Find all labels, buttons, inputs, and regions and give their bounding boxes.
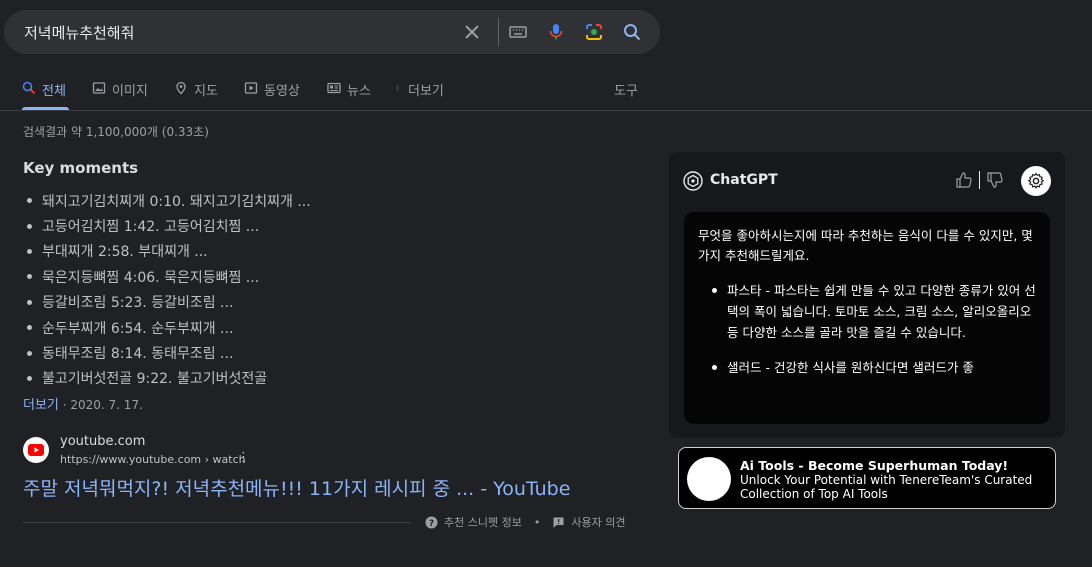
chatgpt-logo-icon bbox=[683, 171, 703, 191]
search-icon[interactable] bbox=[622, 22, 642, 42]
settings-button[interactable] bbox=[1021, 166, 1051, 196]
tab-label: 지도 bbox=[194, 84, 218, 99]
tab-images[interactable]: 이미지 bbox=[92, 80, 148, 110]
tab-videos[interactable]: 동영상 bbox=[244, 80, 300, 110]
site-name[interactable]: youtube.com bbox=[60, 434, 145, 449]
ad-banner[interactable]: Ai Tools - Become Superhuman Today! Unlo… bbox=[678, 447, 1056, 509]
keyboard-icon[interactable] bbox=[508, 22, 528, 42]
key-moment-item[interactable]: 동태무조림 8:14. 동태무조림 ... bbox=[23, 340, 311, 365]
separator: • bbox=[533, 515, 541, 529]
video-icon bbox=[244, 82, 258, 94]
feedback-icon bbox=[553, 517, 564, 528]
search-bar[interactable]: 저녁메뉴추천해줘 bbox=[4, 10, 660, 54]
youtube-logo-icon bbox=[23, 437, 49, 463]
key-moment-text: 등갈비조림 5:23. 등갈비조림 ... bbox=[42, 295, 234, 312]
ad-title: Ai Tools - Become Superhuman Today! bbox=[740, 458, 1009, 473]
feedback-buttons bbox=[955, 171, 1004, 189]
tab-more[interactable]: 더보기 bbox=[396, 80, 444, 110]
bullet bbox=[27, 198, 32, 204]
key-moments-footer: 더보기 · 2020. 7. 17. bbox=[23, 394, 143, 413]
bullet bbox=[27, 274, 32, 280]
tab-label: 전체 bbox=[42, 84, 66, 99]
separator: · bbox=[62, 398, 67, 412]
microphone-icon[interactable] bbox=[546, 22, 566, 42]
chatgpt-panel: ChatGPT 무엇을 좋아하시는지에 따라 추천하는 음식이 다를 수 있지만… bbox=[669, 152, 1065, 438]
answer-item-text: 샐러드 - 건강한 식사를 원하신다면 샐러드가 좋 bbox=[727, 360, 974, 375]
tab-label: 더보기 bbox=[408, 84, 444, 99]
more-vert-icon bbox=[396, 85, 398, 91]
bullet bbox=[27, 248, 32, 254]
snippet-footer: ? 추천 스니펫 정보 • 사용자 의견 bbox=[425, 514, 625, 530]
bullet bbox=[27, 325, 32, 331]
result-title-link[interactable]: 주말 저녁뭐먹지?! 저녁추천메뉴!!! 11가지 레시피 중 ... - Yo… bbox=[23, 474, 570, 501]
more-options-icon[interactable]: ⋮ bbox=[237, 450, 250, 465]
bullet bbox=[27, 350, 32, 356]
gear-icon bbox=[1027, 172, 1045, 189]
bullet bbox=[27, 375, 32, 381]
chatgpt-answer: 무엇을 좋아하시는지에 따라 추천하는 음식이 다를 수 있지만, 몇 가지 추… bbox=[684, 212, 1050, 424]
key-moment-text: 동태무조림 8:14. 동태무조림 ... bbox=[42, 346, 234, 363]
tab-label: 뉴스 bbox=[347, 84, 371, 99]
bullet bbox=[27, 223, 32, 229]
answer-item: 파스타 - 파스타는 쉽게 만들 수 있고 다양한 종류가 있어 선택의 폭이 … bbox=[712, 280, 1036, 343]
tab-maps[interactable]: 지도 bbox=[174, 80, 218, 110]
answer-item: 샐러드 - 건강한 식사를 원하신다면 샐러드가 좋 bbox=[712, 357, 1036, 378]
snippet-divider bbox=[23, 522, 411, 523]
key-moment-item[interactable]: 고등어김치찜 1:42. 고등어김치찜 ... bbox=[23, 213, 311, 238]
answer-list: 파스타 - 파스타는 쉽게 만들 수 있고 다양한 종류가 있어 선택의 폭이 … bbox=[698, 280, 1036, 378]
key-moment-text: 불고기버섯전골 9:22. 불고기버섯전골 bbox=[42, 371, 268, 388]
site-url[interactable]: https://www.youtube.com › watch bbox=[60, 453, 246, 466]
tab-label: 동영상 bbox=[264, 84, 300, 99]
news-icon bbox=[327, 82, 341, 94]
key-moment-text: 부대찌개 2:58. 부대찌개 ... bbox=[42, 244, 208, 261]
key-moment-item[interactable]: 불고기버섯전골 9:22. 불고기버섯전골 bbox=[23, 366, 311, 391]
key-moment-item[interactable]: 등갈비조림 5:23. 등갈비조림 ... bbox=[23, 290, 311, 315]
search-input[interactable]: 저녁메뉴추천해줘 bbox=[24, 22, 134, 43]
tab-all[interactable]: 전체 bbox=[22, 80, 69, 110]
thumbs-down-icon[interactable] bbox=[986, 171, 1004, 189]
tab-label: 이미지 bbox=[112, 84, 148, 99]
answer-item-text: 파스타 - 파스타는 쉽게 만들 수 있고 다양한 종류가 있어 선택의 폭이 … bbox=[727, 283, 1036, 340]
key-moment-text: 순두부찌개 6:54. 순두부찌개 ... bbox=[42, 320, 234, 337]
snippet-info-link[interactable]: 추천 스니펫 정보 bbox=[444, 514, 522, 530]
ad-description: Unlock Your Potential with TenereTeam's … bbox=[740, 473, 1033, 501]
tabs-divider bbox=[0, 110, 1092, 111]
answer-intro: 무엇을 좋아하시는지에 따라 추천하는 음식이 다를 수 있지만, 몇 가지 추… bbox=[698, 228, 1033, 263]
key-moments-list: 돼지고기김치찌개 0:10. 돼지고기김치찌개 ... 고등어김치찜 1:42.… bbox=[23, 188, 311, 391]
image-icon bbox=[92, 82, 106, 94]
key-moment-text: 고등어김치찜 1:42. 고등어김치찜 ... bbox=[42, 219, 260, 236]
key-moments-title: Key moments bbox=[23, 159, 139, 177]
lens-camera-icon[interactable] bbox=[584, 22, 604, 42]
feedback-link[interactable]: 사용자 의견 bbox=[571, 514, 625, 530]
tab-news[interactable]: 뉴스 bbox=[327, 80, 371, 110]
more-link[interactable]: 더보기 bbox=[23, 398, 59, 413]
search-divider bbox=[498, 18, 499, 46]
key-moment-item[interactable]: 돼지고기김치찌개 0:10. 돼지고기김치찌개 ... bbox=[23, 188, 311, 213]
bullet bbox=[27, 299, 32, 305]
svg-text:?: ? bbox=[429, 519, 434, 529]
publish-date: 2020. 7. 17. bbox=[70, 398, 143, 412]
clear-icon[interactable] bbox=[462, 22, 482, 42]
bullet bbox=[712, 288, 717, 293]
ad-logo bbox=[687, 457, 731, 501]
tools-button[interactable]: 도구 bbox=[614, 80, 638, 99]
key-moment-item[interactable]: 부대찌개 2:58. 부대찌개 ... bbox=[23, 239, 311, 264]
key-moment-text: 돼지고기김치찌개 0:10. 돼지고기김치찌개 ... bbox=[42, 193, 311, 210]
chatgpt-title: ChatGPT bbox=[710, 172, 778, 188]
key-moment-item[interactable]: 순두부찌개 6:54. 순두부찌개 ... bbox=[23, 315, 311, 340]
thumbs-up-icon[interactable] bbox=[955, 171, 973, 189]
result-stats: 검색결과 약 1,100,000개 (0.33초) bbox=[23, 125, 209, 139]
map-pin-icon bbox=[176, 81, 186, 95]
key-moment-text: 묵은지등뼈찜 4:06. 묵은지등뼈찜 ... bbox=[42, 269, 260, 286]
feedback-divider bbox=[979, 171, 980, 189]
bullet bbox=[712, 365, 717, 370]
key-moment-item[interactable]: 묵은지등뼈찜 4:06. 묵은지등뼈찜 ... bbox=[23, 264, 311, 289]
help-icon: ? bbox=[425, 516, 438, 529]
search-icon bbox=[22, 81, 36, 95]
